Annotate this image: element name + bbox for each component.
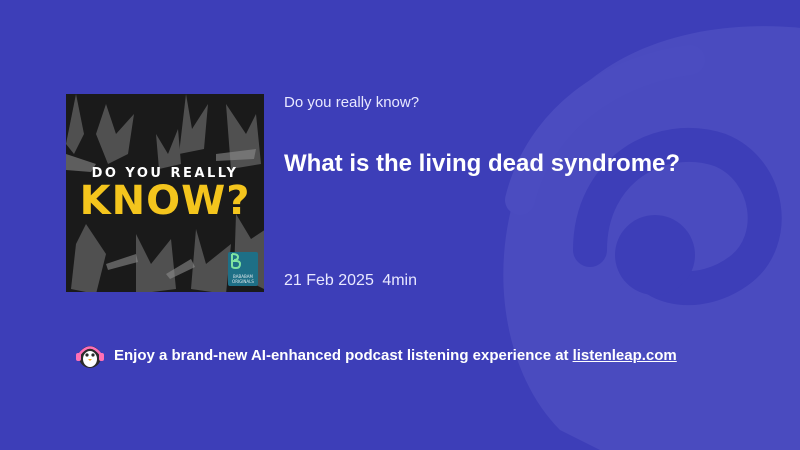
episode-date: 21 Feb 2025 <box>284 272 374 289</box>
episode-duration: 4min <box>382 272 417 289</box>
cover-title-line2: KNOW? <box>79 178 251 224</box>
penguin-headphones-icon <box>76 346 104 368</box>
bababam-logo-icon <box>231 253 242 270</box>
episode-title: What is the living dead syndrome? <box>284 150 681 177</box>
promo-text: Enjoy a brand-new AI-enhanced podcast li… <box>114 346 569 364</box>
show-name[interactable]: Do you really know? <box>284 94 419 111</box>
publisher-badge: BABABAM ORIGINALS <box>228 252 258 286</box>
listenleap-link[interactable]: listenleap.com <box>573 347 677 364</box>
publisher-badge-label: BABABAM ORIGINALS <box>232 274 254 284</box>
episode-meta: 21 Feb 2025 4min <box>284 272 417 290</box>
podcast-cover-art: DO YOU REALLY KNOW? BABABAM ORIGINALS <box>66 94 264 292</box>
promo-footer: Enjoy a brand-new AI-enhanced podcast li… <box>74 340 677 370</box>
